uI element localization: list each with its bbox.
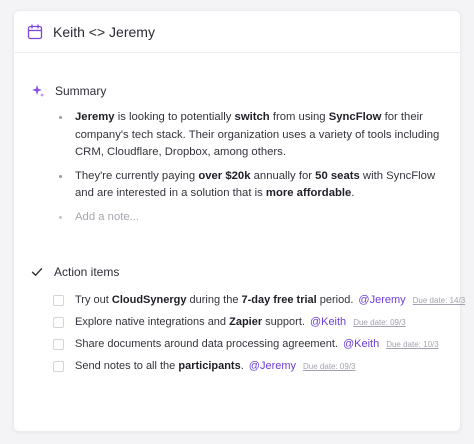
text-segment: support.	[262, 316, 305, 328]
header: Keith <> Jeremy	[14, 11, 460, 53]
due-date-link[interactable]: Due date: 09/3	[353, 318, 405, 327]
summary-bullet: They're currently paying over $20k annua…	[58, 168, 448, 203]
highlighted-text: 7-day free trial	[241, 294, 317, 306]
summary-label: Summary	[55, 84, 107, 98]
action-items-label: Action items	[54, 265, 120, 279]
due-date-link[interactable]: Due date: 10/3	[386, 340, 438, 349]
text-segment: Try out	[75, 294, 112, 306]
text-segment: during the	[186, 294, 242, 306]
text-segment: annually for	[250, 169, 316, 182]
text-segment: Send notes to all the	[75, 360, 179, 372]
due-date-link[interactable]: Due date: 14/3	[413, 296, 465, 305]
sparkle-icon	[32, 85, 44, 97]
action-item-text: Share documents around data processing a…	[75, 338, 338, 350]
text-segment: .	[240, 360, 244, 372]
assignee-mention[interactable]: @Jeremy	[358, 294, 405, 306]
page-title: Keith <> Jeremy	[53, 23, 155, 40]
highlighted-text: SyncFlow	[328, 111, 382, 123]
highlighted-text: Jeremy	[75, 111, 115, 123]
action-item: Share documents around data processing a…	[53, 333, 463, 355]
action-item-checkbox[interactable]	[53, 338, 64, 350]
assignee-mention[interactable]: @Jeremy	[249, 360, 296, 372]
checkmark-icon	[31, 268, 43, 276]
action-items-list: Try out CloudSynergy during the 7-day fr…	[53, 289, 465, 377]
highlighted-text: switch	[234, 111, 270, 123]
highlighted-text: CloudSynergy	[111, 294, 187, 306]
action-item-text: Explore native integrations and Zapier s…	[75, 316, 305, 328]
assignee-mention[interactable]: @Keith	[343, 338, 379, 350]
action-items-section-header: Action items	[31, 265, 119, 279]
action-item-checkbox[interactable]	[53, 294, 64, 306]
action-item: Try out CloudSynergy during the 7-day fr…	[53, 289, 465, 311]
summary-section-header: Summary	[31, 84, 106, 98]
text-segment: period.	[316, 294, 354, 306]
highlighted-text: 50 seats	[315, 169, 360, 182]
text-segment: is looking to potentially	[114, 111, 235, 123]
text-segment: .	[351, 187, 355, 199]
highlighted-text: participants	[178, 360, 241, 372]
text-segment: They're currently paying	[75, 169, 199, 182]
action-item-checkbox[interactable]	[53, 360, 64, 372]
summary-bullet: Jeremy is looking to potentially switch …	[58, 109, 448, 162]
highlighted-text: over $20k	[198, 169, 251, 182]
calendar-icon	[27, 23, 43, 39]
summary-list: Jeremy is looking to potentially switch …	[58, 109, 448, 232]
action-item: Send notes to all the participants. @Jere…	[53, 355, 463, 377]
assignee-mention[interactable]: @Keith	[310, 316, 346, 328]
text-segment: Explore native integrations and	[75, 316, 230, 328]
action-item: Explore native integrations and Zapier s…	[53, 311, 463, 333]
highlighted-text: Zapier	[229, 316, 263, 328]
text-segment: Share documents around data processing a…	[75, 338, 338, 350]
action-item-text: Try out CloudSynergy during the 7-day fr…	[75, 294, 353, 306]
meeting-notes-card: Keith <> Jeremy Summary Jeremy is lookin…	[13, 10, 465, 432]
due-date-link[interactable]: Due date: 09/3	[303, 362, 355, 371]
add-note-placeholder[interactable]: Add a note...	[58, 209, 448, 227]
text-segment: from using	[269, 111, 329, 123]
highlighted-text: more affordable	[265, 187, 352, 199]
action-item-checkbox[interactable]	[53, 316, 64, 328]
action-item-text: Send notes to all the participants.	[75, 360, 244, 372]
